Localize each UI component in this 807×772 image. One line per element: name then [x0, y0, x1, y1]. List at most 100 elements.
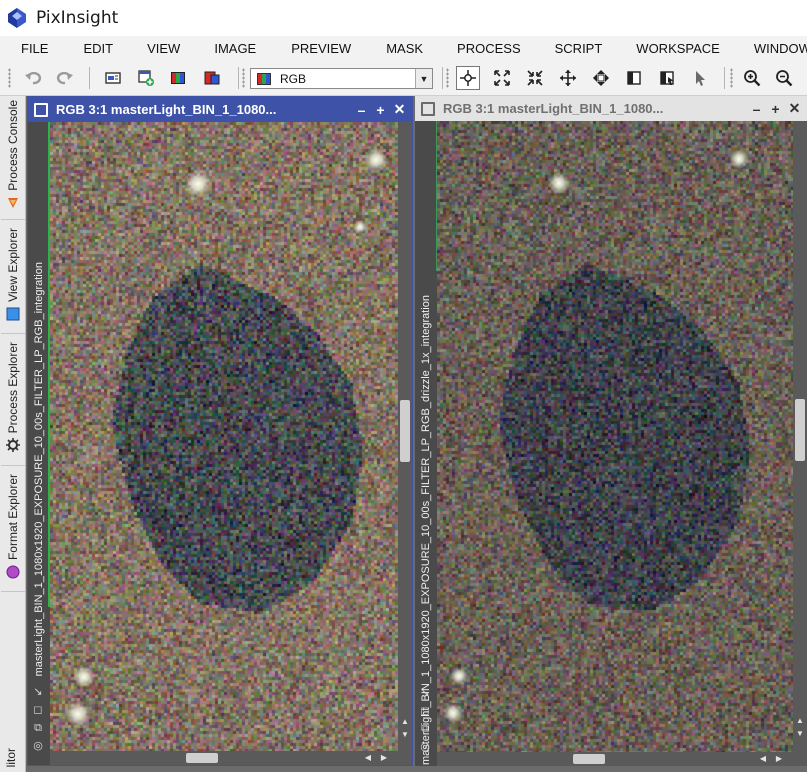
- pointer-icon[interactable]: [688, 66, 712, 90]
- rgb-swatch-icon: [257, 72, 271, 85]
- shrink-icon[interactable]: ↘: [418, 686, 432, 700]
- menu-preview[interactable]: PREVIEW: [291, 41, 386, 56]
- menu-edit[interactable]: EDIT: [83, 41, 147, 56]
- menu-bar: FILE EDIT VIEW IMAGE PREVIEW MASK PROCES…: [0, 36, 807, 60]
- tab-view-explorer-label: View Explorer: [6, 228, 20, 302]
- view-selector-dropdown[interactable]: RGB ▼: [250, 68, 433, 89]
- view-strip-icons: ↘ ◻ ⧉ ◎: [418, 686, 434, 754]
- toolbar-grip[interactable]: [446, 68, 449, 88]
- shrink-icon[interactable]: ↘: [31, 685, 45, 699]
- scroll-right-icon[interactable]: ▶: [773, 752, 785, 766]
- toolbar-separator: [238, 67, 239, 89]
- target-icon[interactable]: ◎: [418, 740, 432, 754]
- image-viewport[interactable]: [437, 121, 793, 752]
- tab-process-console-label: Process Console: [6, 100, 20, 191]
- horizontal-scroll-thumb[interactable]: [186, 753, 218, 763]
- preview-mode-icon[interactable]: [622, 66, 646, 90]
- mask-icon[interactable]: [200, 66, 224, 90]
- image-window-icon: [34, 102, 48, 117]
- toolbar-grip[interactable]: [8, 68, 11, 88]
- scroll-corner: [398, 751, 412, 765]
- chevron-down-icon[interactable]: ▼: [415, 69, 432, 88]
- scroll-down-icon[interactable]: ▼: [398, 729, 412, 741]
- readout-mode-icon[interactable]: [456, 66, 480, 90]
- link-icon[interactable]: ⧉: [31, 721, 45, 735]
- window-title: RGB 3:1 masterLight_BIN_1_1080...: [443, 101, 664, 116]
- clone-icon[interactable]: ◻: [418, 704, 432, 718]
- vertical-scrollbar[interactable]: ▲ ▼: [398, 122, 412, 751]
- close-icon[interactable]: ✕: [785, 99, 804, 118]
- menu-script[interactable]: SCRIPT: [555, 41, 637, 56]
- minimize-icon[interactable]: –: [352, 100, 371, 119]
- console-icon: [8, 197, 18, 208]
- window-title: RGB 3:1 masterLight_BIN_1_1080...: [56, 102, 277, 117]
- pixinsight-logo-icon: [8, 8, 26, 28]
- scroll-down-icon[interactable]: ▼: [793, 728, 807, 740]
- image-window-drizzle[interactable]: RGB 3:1 masterLight_BIN_1_1080... – + ✕ …: [415, 96, 807, 766]
- view-explorer-icon[interactable]: [101, 66, 125, 90]
- view-explorer-tab-icon: [6, 307, 20, 321]
- horizontal-scrollbar[interactable]: ◀ ▶: [437, 752, 793, 766]
- menu-process[interactable]: PROCESS: [457, 41, 555, 56]
- scroll-left-icon[interactable]: ◀: [757, 752, 769, 766]
- window-title-bar[interactable]: RGB 3:1 masterLight_BIN_1_1080... – + ✕: [415, 96, 807, 121]
- menu-view[interactable]: VIEW: [147, 41, 214, 56]
- menu-mask[interactable]: MASK: [386, 41, 457, 56]
- pan-mode-icon[interactable]: [556, 66, 580, 90]
- dynamic-preview-icon[interactable]: [655, 66, 679, 90]
- maximize-icon[interactable]: +: [766, 99, 785, 118]
- rgb-channels-icon[interactable]: [166, 66, 190, 90]
- tab-editor[interactable]: litor: [0, 744, 26, 772]
- app-title: PixInsight: [36, 8, 119, 28]
- zoom-1-1-icon[interactable]: [523, 66, 547, 90]
- new-preview-icon[interactable]: [134, 66, 158, 90]
- vertical-scroll-thumb[interactable]: [795, 399, 805, 461]
- undo-icon[interactable]: [21, 66, 45, 90]
- toolbar-grip[interactable]: [730, 68, 733, 88]
- toolbar-grip[interactable]: [242, 68, 245, 88]
- view-identifier: masterLight_BIN_1_1080x1920_EXPOSURE_10_…: [418, 125, 434, 765]
- horizontal-scroll-thumb[interactable]: [573, 754, 605, 764]
- horizontal-scrollbar[interactable]: ◀ ▶: [50, 751, 398, 765]
- image-viewport[interactable]: [50, 122, 398, 751]
- tab-editor-label: litor: [4, 748, 18, 768]
- explorer-side-panel: Process Console View Explorer Process Ex…: [0, 96, 26, 772]
- scroll-left-icon[interactable]: ◀: [362, 751, 374, 765]
- close-icon[interactable]: ✕: [390, 100, 409, 119]
- menu-file[interactable]: FILE: [0, 41, 83, 56]
- menu-workspace[interactable]: WORKSPACE: [636, 41, 754, 56]
- view-identifier-strip[interactable]: masterLight_BIN_1_1080x1920_EXPOSURE_10_…: [28, 122, 50, 765]
- menu-window[interactable]: WINDOW: [754, 41, 807, 56]
- target-icon[interactable]: ◎: [31, 739, 45, 753]
- center-icon[interactable]: [589, 66, 613, 90]
- zoom-fit-icon[interactable]: [490, 66, 514, 90]
- tab-process-explorer[interactable]: Process Explorer: [1, 336, 25, 466]
- tab-format-explorer[interactable]: Format Explorer: [1, 468, 25, 592]
- maximize-icon[interactable]: +: [371, 100, 390, 119]
- zoom-in-icon[interactable]: [740, 66, 764, 90]
- minimize-icon[interactable]: –: [747, 99, 766, 118]
- tab-process-console[interactable]: Process Console: [1, 96, 25, 220]
- link-icon[interactable]: ⧉: [418, 722, 432, 736]
- view-identifier-text: masterLight_BIN_1_1080x1920_EXPOSURE_10_…: [33, 261, 45, 676]
- scroll-up-icon[interactable]: ▲: [398, 716, 412, 728]
- scroll-right-icon[interactable]: ▶: [378, 751, 390, 765]
- vertical-scrollbar[interactable]: ▲ ▼: [793, 121, 807, 752]
- tab-view-explorer[interactable]: View Explorer: [1, 222, 25, 334]
- view-strip-icons: ↘ ◻ ⧉ ◎: [31, 685, 47, 753]
- menu-image[interactable]: IMAGE: [214, 41, 291, 56]
- image-window-integration[interactable]: RGB 3:1 masterLight_BIN_1_1080... – + ✕ …: [27, 96, 413, 766]
- scroll-up-icon[interactable]: ▲: [793, 715, 807, 727]
- window-title-bar[interactable]: RGB 3:1 masterLight_BIN_1_1080... – + ✕: [28, 97, 412, 122]
- toolbar-separator: [89, 67, 90, 89]
- toolbar-separator: [724, 67, 725, 89]
- vertical-scroll-thumb[interactable]: [400, 400, 410, 462]
- tab-process-explorer-label: Process Explorer: [6, 342, 20, 434]
- view-identifier-strip[interactable]: masterLight_BIN_1_1080x1920_EXPOSURE_10_…: [415, 121, 437, 766]
- clone-icon[interactable]: ◻: [31, 703, 45, 717]
- pixinsight-app: PixInsight FILE EDIT VIEW IMAGE PREVIEW …: [0, 0, 807, 772]
- redo-icon[interactable]: [53, 66, 77, 90]
- main-toolbar: RGB ▼: [0, 60, 807, 96]
- zoom-out-icon[interactable]: [772, 66, 796, 90]
- view-selector-value: RGB: [280, 71, 307, 86]
